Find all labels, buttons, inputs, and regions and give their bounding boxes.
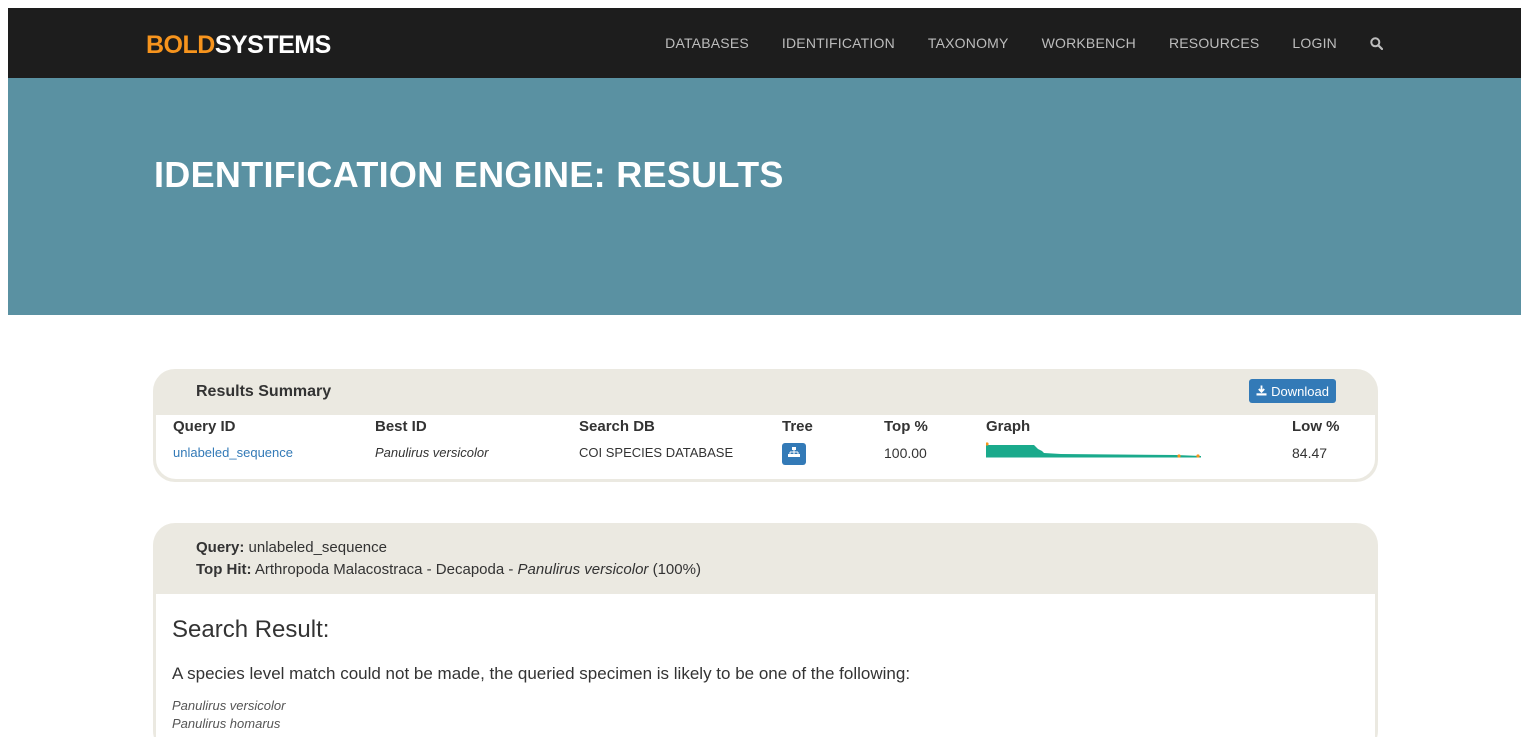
summary-table: Query ID Best ID Search DB Tree Top % Gr… bbox=[156, 415, 1375, 479]
nav-login[interactable]: LOGIN bbox=[1292, 35, 1337, 51]
sitemap-icon bbox=[788, 445, 800, 463]
query-label: Query: bbox=[196, 539, 245, 556]
col-tree: Tree bbox=[782, 418, 813, 435]
results-summary-title: Results Summary bbox=[196, 383, 332, 400]
top-hit-species: Panulirus versicolor bbox=[517, 561, 649, 578]
nav-workbench[interactable]: WORKBENCH bbox=[1042, 35, 1136, 51]
nav-resources[interactable]: RESOURCES bbox=[1169, 35, 1259, 51]
col-top-pct: Top % bbox=[884, 418, 928, 435]
tree-button[interactable] bbox=[782, 443, 806, 465]
search-db-value: COI SPECIES DATABASE bbox=[579, 445, 734, 460]
brand-part-systems: SYSTEMS bbox=[214, 31, 331, 59]
nav-menu: DATABASES IDENTIFICATION TAXONOMY WORKBE… bbox=[632, 8, 1383, 78]
search-result-section: Search Result: A species level match cou… bbox=[156, 594, 1375, 737]
search-result-title: Search Result: bbox=[172, 616, 330, 643]
page-title: IDENTIFICATION ENGINE: RESULTS bbox=[154, 154, 784, 195]
search-result-text: A species level match could not be made,… bbox=[172, 664, 911, 683]
col-search-db: Search DB bbox=[579, 418, 655, 435]
similarity-graph bbox=[985, 441, 1206, 472]
top-hit-taxonomy: Arthropoda Malacostraca - Decapoda - bbox=[254, 561, 518, 578]
best-id-value: Panulirus versicolor bbox=[375, 445, 489, 460]
col-graph: Graph bbox=[986, 418, 1031, 435]
download-button[interactable]: Download bbox=[1249, 379, 1336, 403]
query-value: unlabeled_sequence bbox=[248, 539, 387, 556]
top-hit-pct: (100%) bbox=[652, 561, 701, 578]
nav-databases[interactable]: DATABASES bbox=[665, 35, 749, 51]
query-panel: Query: unlabeled_sequence Top Hit: Arthr… bbox=[153, 523, 1378, 737]
query-id-link[interactable]: unlabeled_sequence bbox=[173, 445, 293, 460]
nav-taxonomy[interactable]: TAXONOMY bbox=[928, 35, 1009, 51]
col-best-id: Best ID bbox=[375, 418, 427, 435]
nav-identification[interactable]: IDENTIFICATION bbox=[782, 35, 895, 51]
species-item: Panulirus homarus bbox=[172, 716, 281, 731]
results-summary-panel: Results Summary Download Query ID Best I… bbox=[153, 369, 1378, 482]
brand-logo[interactable]: BOLDSYSTEMS bbox=[146, 30, 331, 60]
graph-point-mid bbox=[1177, 454, 1181, 458]
navbar: BOLDSYSTEMS DATABASES IDENTIFICATION TAX… bbox=[8, 8, 1521, 78]
species-item: Panulirus versicolor bbox=[172, 698, 286, 713]
search-icon[interactable] bbox=[1370, 36, 1383, 50]
graph-point-end bbox=[1196, 454, 1200, 458]
query-line: Query: unlabeled_sequence bbox=[196, 539, 387, 556]
col-query-id: Query ID bbox=[173, 418, 236, 435]
top-pct-value: 100.00 bbox=[884, 445, 927, 461]
top-hit-line: Top Hit: Arthropoda Malacostraca - Decap… bbox=[196, 561, 701, 578]
col-low-pct: Low % bbox=[1292, 418, 1340, 435]
page: BOLDSYSTEMS DATABASES IDENTIFICATION TAX… bbox=[8, 8, 1521, 737]
download-label: Download bbox=[1271, 383, 1329, 399]
hero-banner: IDENTIFICATION ENGINE: RESULTS bbox=[8, 78, 1521, 315]
brand-part-bold: BOLD bbox=[146, 31, 215, 59]
download-icon bbox=[1256, 384, 1267, 399]
low-pct-value: 84.47 bbox=[1292, 445, 1328, 461]
top-hit-label: Top Hit: bbox=[196, 561, 252, 578]
